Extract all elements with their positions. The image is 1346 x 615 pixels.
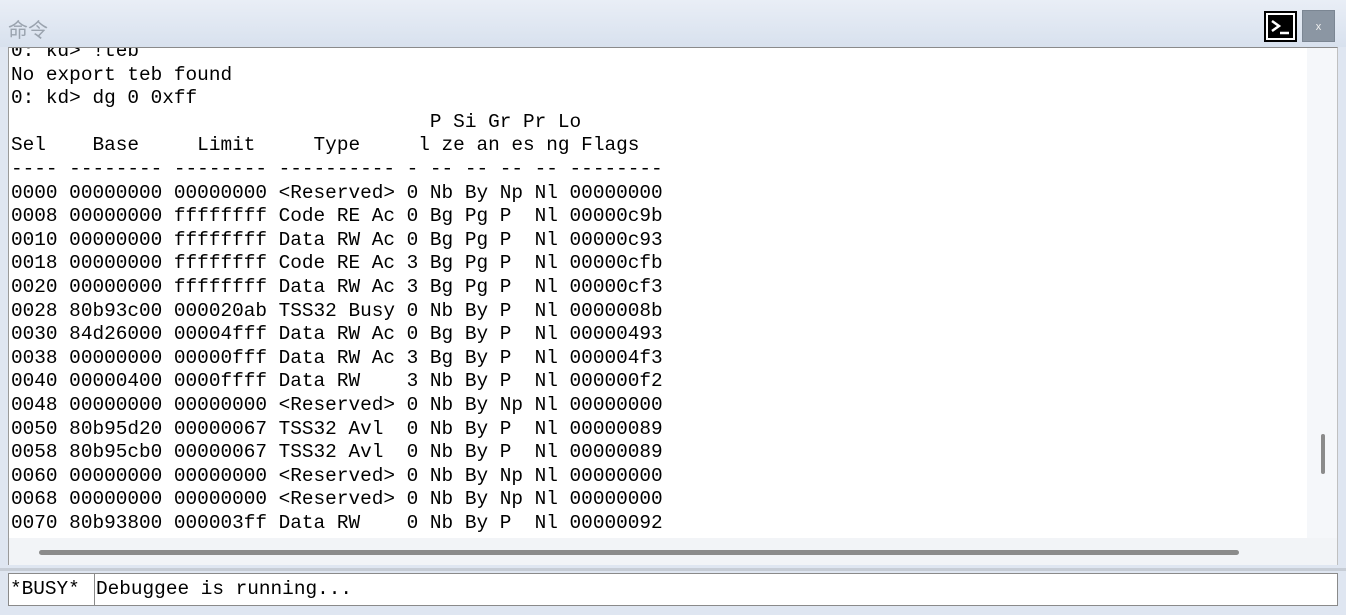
output-line: 0048 00000000 00000000 <Reserved> 0 Nb B… xyxy=(11,393,663,416)
output-line: 0050 80b95d20 00000067 TSS32 Avl 0 Nb By… xyxy=(11,417,663,440)
output-line: 0068 00000000 00000000 <Reserved> 0 Nb B… xyxy=(11,488,663,511)
vertical-scrollbar[interactable] xyxy=(1307,48,1337,538)
output-line: 0038 00000000 00000fff Data RW Ac 3 Bg B… xyxy=(11,346,663,369)
output-line: 0030 84d26000 00004fff Data RW Ac 0 Bg B… xyxy=(11,323,663,346)
window-title: 命令 xyxy=(8,18,48,42)
output-line: 0070 80b93800 000003ff Data RW 0 Nb By P… xyxy=(11,511,663,534)
output-line: 0058 80b95cb0 00000067 TSS32 Avl 0 Nb By… xyxy=(11,441,663,464)
output-line: 0020 00000000 ffffffff Data RW Ac 3 Bg P… xyxy=(11,275,663,298)
output-line: 0000 00000000 00000000 <Reserved> 0 Nb B… xyxy=(11,181,663,204)
title-bar: 命令 x xyxy=(0,0,1346,47)
vertical-scroll-thumb[interactable] xyxy=(1321,434,1325,474)
output-line: 0040 00000400 0000ffff Data RW 3 Nb By P… xyxy=(11,370,663,393)
close-button[interactable]: x xyxy=(1302,10,1335,42)
horizontal-scrollbar[interactable] xyxy=(9,538,1337,565)
output-line: No export teb found xyxy=(11,63,233,86)
output-line: ---- -------- -------- ---------- - -- -… xyxy=(11,157,663,180)
output-line: 0028 80b93c00 000020ab TSS32 Busy 0 Nb B… xyxy=(11,299,663,322)
output-line: P Si Gr Pr Lo xyxy=(11,110,582,133)
debugger-output: 0: kd> !teb No export teb found 0: kd> d… xyxy=(11,47,663,535)
command-window: 命令 x 0: kd> !teb No export teb found 0: … xyxy=(0,0,1346,615)
busy-indicator: *BUSY* xyxy=(8,573,95,606)
command-status-bar: *BUSY* Debuggee is running... xyxy=(0,568,1346,615)
output-line: 0: kd> dg 0 0xff xyxy=(11,87,198,110)
output-pane[interactable]: 0: kd> !teb No export teb found 0: kd> d… xyxy=(8,47,1338,565)
output-line: Sel Base Limit Type l ze an es ng Flags xyxy=(11,134,640,157)
command-input[interactable]: Debuggee is running... xyxy=(94,573,1338,606)
output-line: 0010 00000000 ffffffff Data RW Ac 0 Bg P… xyxy=(11,228,663,251)
output-line: 0008 00000000 ffffffff Code RE Ac 0 Bg P… xyxy=(11,205,663,228)
output-line: 0060 00000000 00000000 <Reserved> 0 Nb B… xyxy=(11,464,663,487)
console-prompt-icon[interactable] xyxy=(1264,11,1297,42)
horizontal-scroll-thumb[interactable] xyxy=(39,550,1239,555)
output-line: 0: kd> !teb xyxy=(11,47,139,62)
output-line: 0018 00000000 ffffffff Code RE Ac 3 Bg P… xyxy=(11,252,663,275)
